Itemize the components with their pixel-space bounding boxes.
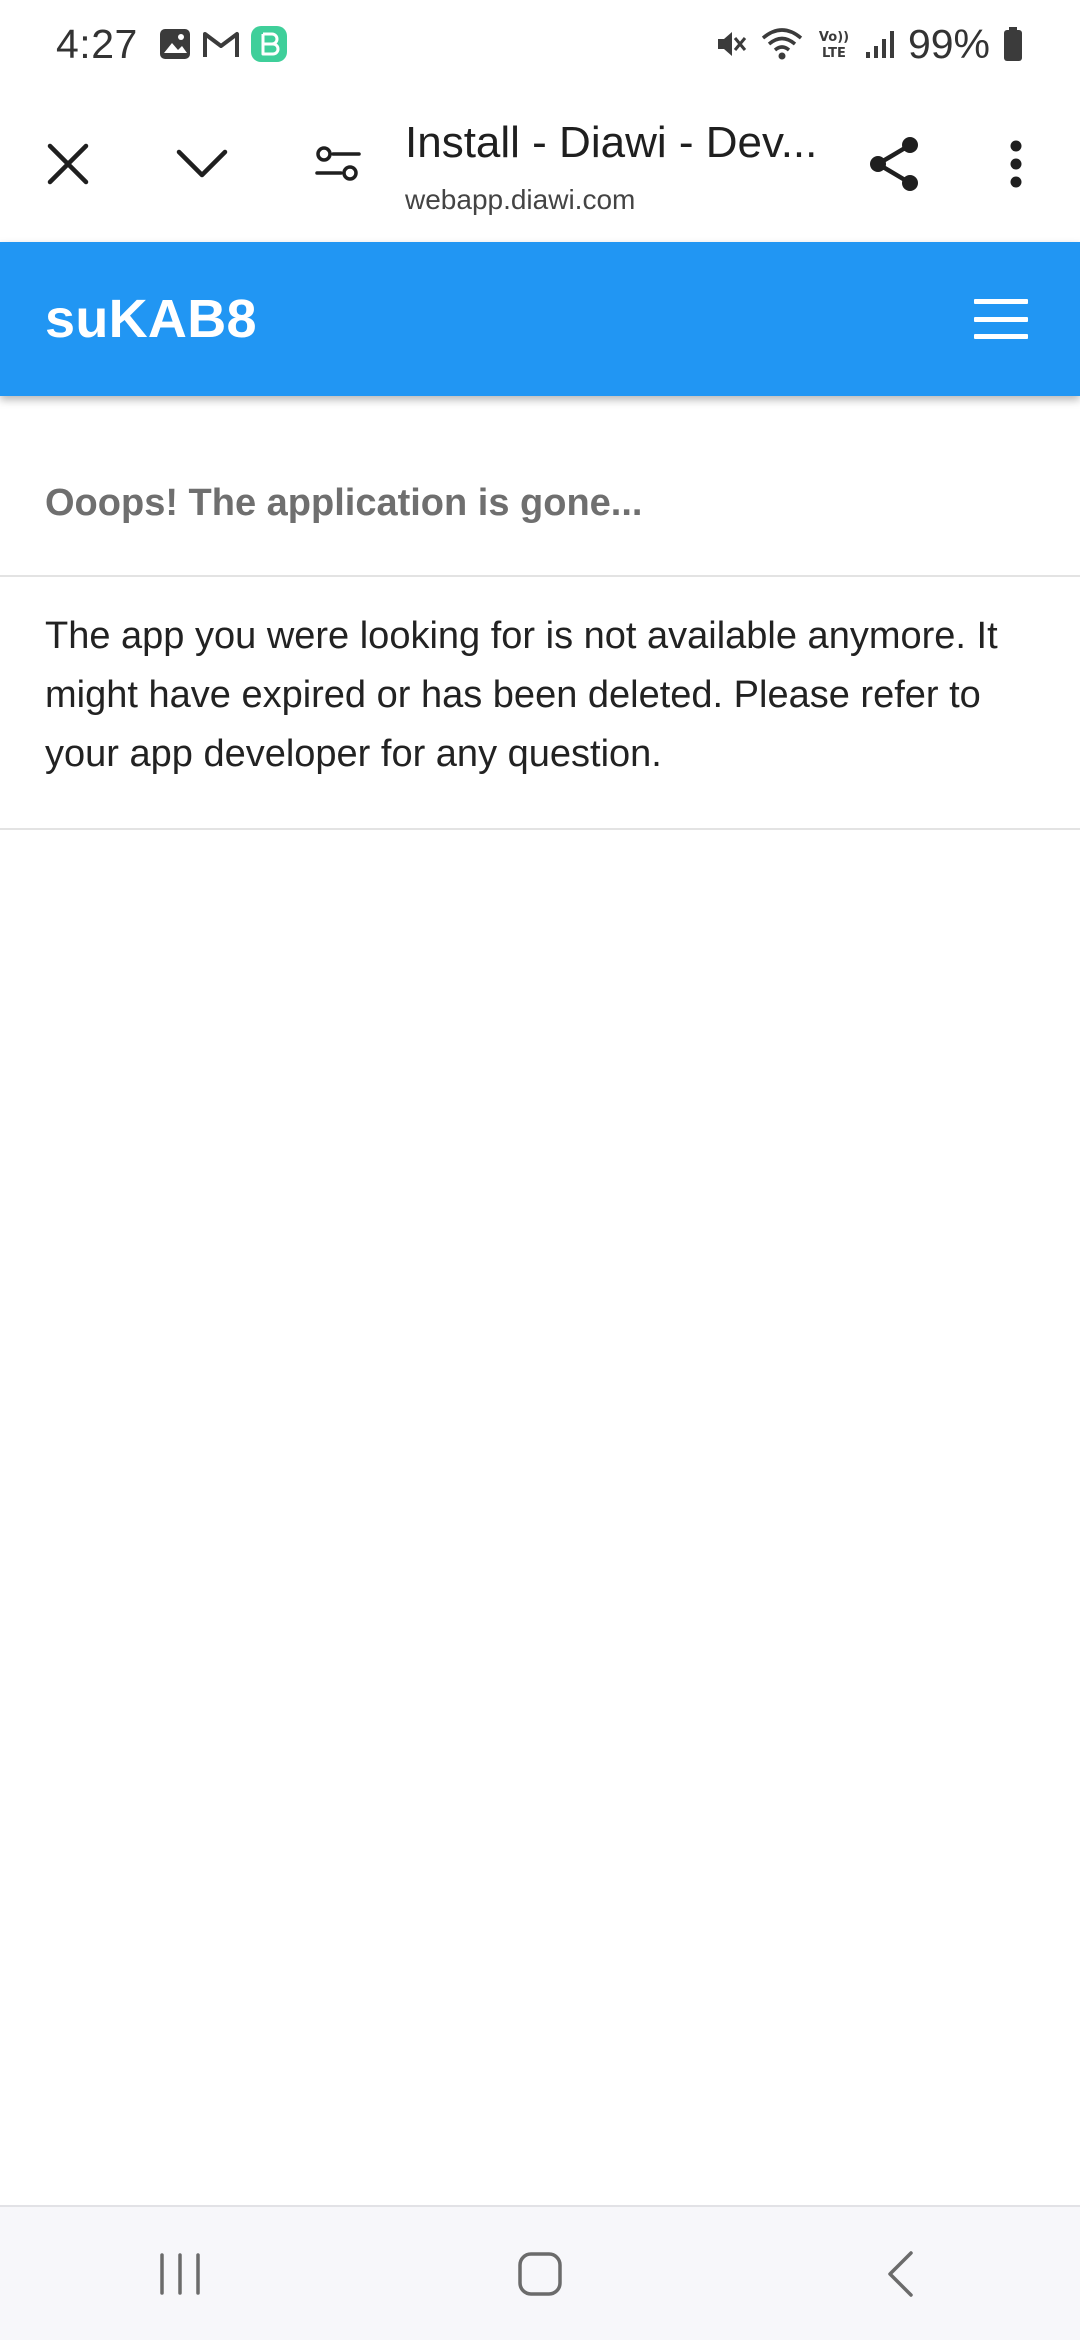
gallery-icon bbox=[158, 27, 192, 61]
error-subtitle: Ooops! The application is gone... bbox=[45, 482, 643, 524]
close-tab-button[interactable] bbox=[18, 88, 118, 240]
recents-icon bbox=[160, 2252, 200, 2295]
gmail-icon bbox=[202, 29, 240, 59]
battery-percent: 99% bbox=[907, 20, 990, 67]
close-icon bbox=[47, 143, 89, 185]
page-title-block[interactable]: Install - Diawi - Dev... webapp.diawi.co… bbox=[405, 108, 825, 220]
menu-icon-line bbox=[974, 334, 1028, 339]
tune-icon bbox=[315, 146, 361, 181]
message-row: The app you were looking for is not avai… bbox=[0, 577, 1080, 830]
battery-icon bbox=[1002, 26, 1024, 62]
subtitle-row: Ooops! The application is gone... bbox=[0, 396, 1080, 577]
site-settings-button[interactable] bbox=[288, 88, 388, 240]
browser-toolbar: Install - Diawi - Dev... webapp.diawi.co… bbox=[0, 88, 1080, 240]
status-right: Vo)) LTE 99% bbox=[702, 21, 1024, 68]
back-button[interactable] bbox=[810, 2206, 990, 2340]
menu-icon-line bbox=[974, 316, 1028, 322]
svg-text:Vo)): Vo)) bbox=[819, 30, 849, 45]
error-message: The app you were looking for is not avai… bbox=[45, 615, 998, 775]
page-content: Ooops! The application is gone... The ap… bbox=[0, 396, 1080, 830]
app-title: suKAB8 bbox=[45, 289, 257, 349]
volte-icon: Vo)) LTE bbox=[816, 26, 852, 62]
more-options-button[interactable] bbox=[966, 88, 1066, 240]
menu-button[interactable] bbox=[974, 299, 1028, 339]
back-icon bbox=[888, 2250, 913, 2297]
app-bar: suKAB8 bbox=[0, 242, 1080, 396]
svg-text:LTE: LTE bbox=[822, 46, 846, 61]
share-button[interactable] bbox=[844, 88, 944, 240]
status-left: 4:27 bbox=[56, 21, 298, 68]
minimize-tab-button[interactable] bbox=[152, 88, 252, 240]
app-notification-icon bbox=[250, 25, 288, 63]
status-bar: 4:27 Vo)) LTE 99% bbox=[0, 0, 1080, 88]
screen: 4:27 Vo)) LTE 99% Install - Diawi - Dev.… bbox=[0, 0, 1080, 2340]
page-url: webapp.diawi.com bbox=[405, 184, 636, 215]
system-nav-bar bbox=[0, 2205, 1080, 2340]
mute-icon bbox=[714, 27, 748, 61]
menu-icon-line bbox=[974, 299, 1028, 304]
recent-apps-button[interactable] bbox=[90, 2206, 270, 2340]
page-title: Install - Diawi - Dev... bbox=[405, 118, 818, 167]
status-time: 4:27 bbox=[56, 20, 138, 67]
wifi-icon bbox=[760, 26, 804, 62]
more-vert-icon bbox=[1010, 140, 1022, 188]
home-button[interactable] bbox=[450, 2206, 630, 2340]
signal-icon bbox=[864, 28, 896, 60]
home-icon bbox=[518, 2251, 562, 2296]
chevron-down-icon bbox=[176, 149, 228, 178]
share-icon bbox=[870, 137, 918, 191]
